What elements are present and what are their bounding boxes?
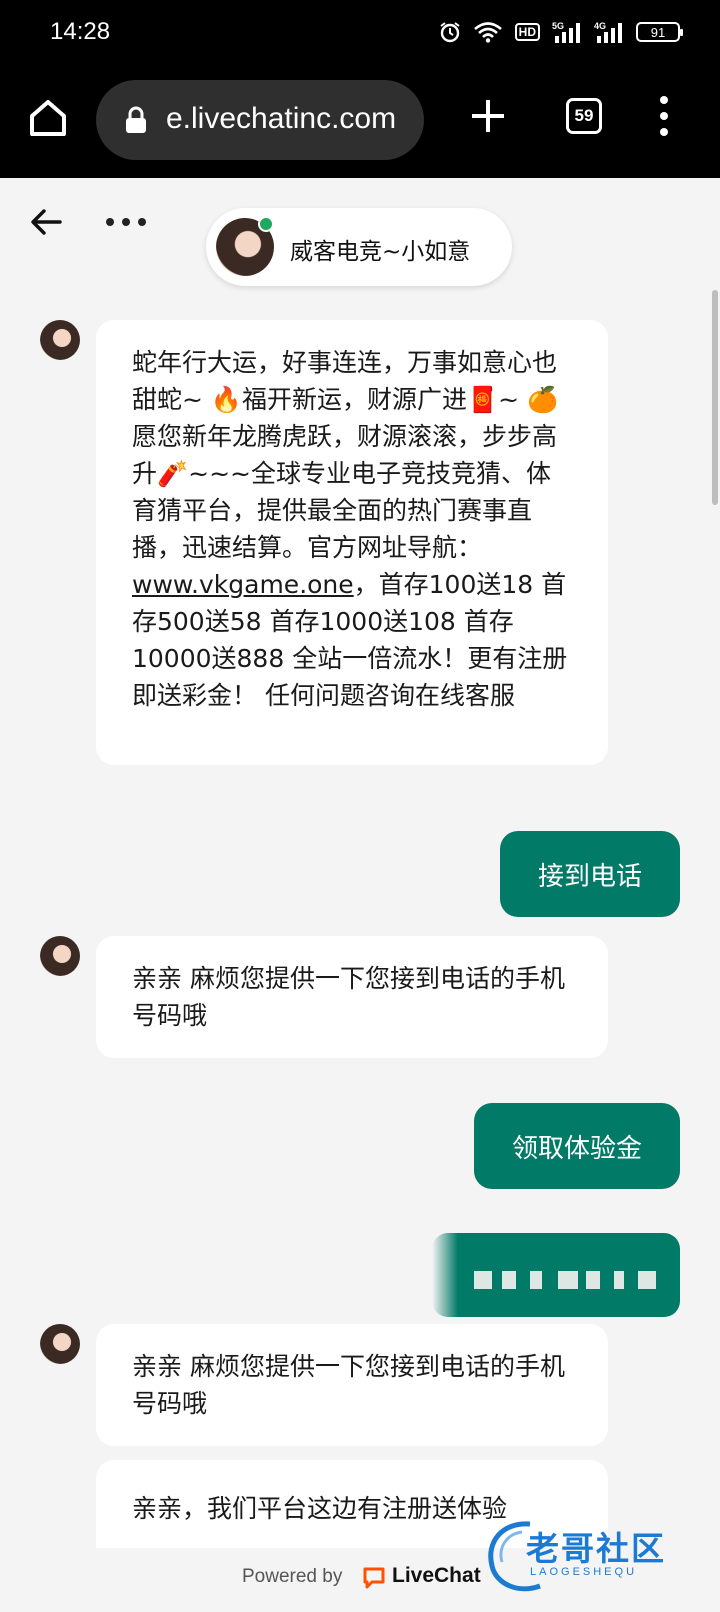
agent-message: 蛇年行大运，好事连连，万事如意心也甜蛇~ 🔥福开新运，财源广进🧧~ 🍊愿您新年龙…: [96, 320, 608, 765]
livechat-logo-icon: [362, 1566, 386, 1590]
agent-avatar: [40, 936, 80, 976]
arrow-left-icon: [31, 209, 62, 235]
redaction-block: [474, 1271, 492, 1289]
redaction-block: [530, 1271, 542, 1289]
watermark-subtext: LAOGESHEQU: [530, 1566, 638, 1578]
message-text: 接到电话: [537, 861, 642, 892]
redaction-block: [502, 1271, 516, 1289]
url-text[interactable]: e.livechatinc.com: [166, 102, 396, 136]
wifi-icon: [473, 21, 503, 43]
redaction-block: [614, 1271, 624, 1289]
chat-area: 威客电竞~小如意 蛇年行大运，好事连连，万事如意心也甜蛇~ 🔥福开新运，财源广进…: [0, 178, 720, 1548]
powered-by-label: Powered by: [242, 1566, 343, 1587]
livechat-brand[interactable]: LiveChat: [392, 1564, 481, 1588]
agent-message: 亲亲 麻烦您提供一下您接到电话的手机号码哦: [96, 936, 608, 1058]
watermark-text: 老哥社区: [526, 1529, 666, 1568]
redaction-fade: [432, 1233, 458, 1317]
message-text: 亲亲，我们平台这边有注册送体验: [132, 1494, 508, 1523]
address-bar[interactable]: e.livechatinc.com: [96, 80, 424, 160]
redaction-block: [558, 1271, 578, 1289]
more-vert-icon: [660, 96, 668, 136]
page-scrollbar[interactable]: [712, 290, 718, 505]
signal-4g-icon: 4G: [594, 20, 624, 44]
home-button[interactable]: [26, 96, 70, 140]
message-text: 亲亲 麻烦您提供一下您接到电话的手机号码哦: [132, 964, 565, 1030]
redaction-block: [586, 1271, 600, 1289]
more-horiz-icon: [106, 218, 146, 226]
plus-icon: [472, 100, 504, 132]
lock-icon: [124, 106, 148, 138]
agent-avatar: [40, 1324, 80, 1364]
online-status-dot: [258, 216, 274, 232]
agent-avatar: [40, 320, 80, 360]
visitor-message: 接到电话: [500, 831, 680, 917]
agent-header[interactable]: 威客电竞~小如意: [206, 208, 512, 286]
browser-menu-button[interactable]: [654, 94, 674, 138]
tabs-button[interactable]: 59: [566, 98, 602, 134]
back-button[interactable]: [28, 204, 64, 240]
signal-5g-icon: 5G: [552, 20, 582, 44]
message-text: 蛇年行大运，好事连连，万事如意心也甜蛇~ 🔥福开新运，财源广进🧧~ 🍊愿您新年龙…: [132, 348, 559, 562]
message-text: 亲亲 麻烦您提供一下您接到电话的手机号码哦: [132, 1352, 565, 1418]
agent-message: 亲亲 麻烦您提供一下您接到电话的手机号码哦: [96, 1324, 608, 1446]
hd-badge: HD: [514, 23, 540, 41]
signal-5g-label: 5G: [552, 21, 564, 31]
website-link[interactable]: www.vkgame.one: [132, 570, 354, 599]
message-text: 领取体验金: [511, 1133, 642, 1164]
signal-4g-label: 4G: [594, 21, 606, 31]
battery-indicator: 91: [636, 22, 683, 42]
home-icon: [30, 100, 66, 136]
agent-name: 威客电竞~小如意: [290, 239, 471, 265]
redaction-block: [638, 1271, 656, 1289]
redacted-visitor-message: [432, 1233, 680, 1317]
watermark: 老哥社区 LAOGESHEQU: [482, 1514, 712, 1598]
alarm-icon: [439, 21, 461, 43]
status-bar: 14:28 HD 5G 4G 91: [0, 0, 720, 64]
browser-toolbar: e.livechatinc.com 59: [0, 64, 720, 178]
visitor-message: 领取体验金: [474, 1103, 680, 1189]
chat-more-button[interactable]: [104, 214, 148, 228]
status-icons: HD 5G 4G 91: [439, 20, 683, 44]
new-tab-button[interactable]: [468, 96, 508, 136]
tab-count: 59: [574, 106, 594, 125]
status-time: 14:28: [50, 18, 111, 45]
